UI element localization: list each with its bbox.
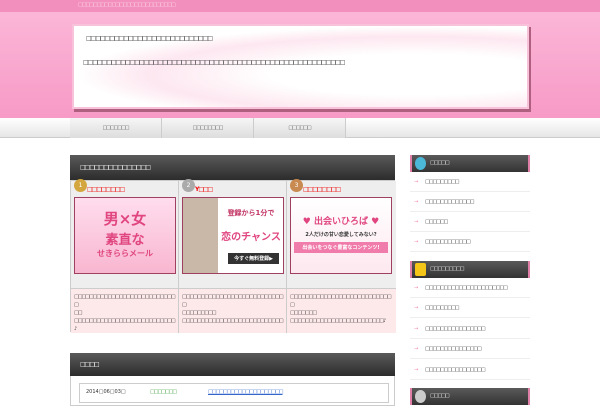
desc-line: □□□□□□□	[290, 310, 317, 316]
heading-text: □□□□□□□□□	[430, 266, 465, 272]
header-box: □□□□□□□□□□□□□□□□□□□□□□□□□□□ □□□□□□□□□□□□…	[72, 24, 529, 109]
antenna-icon	[415, 157, 426, 170]
desc-line: □□□□□□□□□□□□□□□□□□□□□□□□□□□□	[182, 294, 284, 308]
silver-medal-icon: 2	[182, 179, 195, 192]
sidebar-link[interactable]: □□□□□□□□□	[410, 298, 530, 318]
desc-line: □□□□□□□□□□□□□□□□□□□□□□□□□□□□	[290, 294, 392, 308]
sidebar-heading: □□□□□□□□□	[410, 261, 530, 278]
site-banner[interactable]: ♥ 出会いひろば ♥ 2人だけの甘い恋愛してみない? 出会いをつなぐ豊富なコンテ…	[290, 197, 392, 274]
news-category: □□□□□□□	[150, 389, 177, 395]
desc-line: □□□□□□□□□□□□□□□□□□□□□□□□□□□□	[74, 294, 176, 308]
up-arrow-icon	[415, 263, 426, 276]
sidebar-link[interactable]: □□□□□□□□□□□□	[410, 232, 530, 252]
nav-tab-3[interactable]: □□□□□□	[254, 118, 346, 138]
sidebar-link[interactable]: □□□□□□□□□□□□□	[410, 192, 530, 212]
desc-line: □□□□□□□□□□□□□□□□□□□□□□□□□♪	[290, 318, 386, 324]
site-description: □□□□□□□□□□□□□□□□□□□□□□□□□□□□□□□□□□□□□□□□…	[83, 59, 345, 66]
sidebar-link[interactable]: □□□□□□□□□□□□□□□□	[410, 360, 530, 380]
site-title[interactable]: □□□□□□□□□□□□□□□□□□□□□□□□□□□	[86, 35, 213, 42]
news-heading: □□□□	[70, 353, 395, 376]
sidebar-link[interactable]: □□□□□□□□□	[410, 172, 530, 192]
table-row: 2014□06□03□ □□□□□□□ □□□□□□□□□□□□□□□□□□□□	[79, 383, 389, 403]
sidebar-link[interactable]: □□□□□□□□□□□□□□□	[410, 339, 530, 359]
gear-icon	[415, 390, 426, 403]
news-link[interactable]: □□□□□□□□□□□□□□□□□□□□	[208, 389, 283, 395]
desc-line: □□	[74, 310, 82, 316]
bronze-medal-icon: 3	[290, 179, 303, 192]
banner-text: 2人だけの甘い恋愛してみない?	[305, 232, 377, 238]
site-description: □□□□□□□□□□□□□□□□□□□□□□□□□□□□□□□□□□□□□□□□…	[71, 288, 178, 333]
sidebar-link[interactable]: □□□□□□□□□□□□□□□□□□□□□□	[410, 278, 530, 298]
desc-line: □□□□□□□□□	[182, 310, 217, 316]
ranking-item: 3 □□□□□□□□ ♥ 出会いひろば ♥ 2人だけの甘い恋愛してみない? 出会…	[287, 179, 396, 333]
banner-text: 恋のチャンス	[221, 232, 281, 243]
sidebar-heading: □□□□□	[410, 388, 530, 405]
nav-tab-2[interactable]: □□□□□□□□	[162, 118, 254, 138]
sidebar-heading: □□□□□	[410, 155, 530, 172]
ranking-item: 1 □□□□□□□□ 男×女 素直な せきららメール □□□□□□□□□□□□□…	[71, 179, 179, 333]
ranking-item: 2 Y□□□ 登録から1分で 恋のチャンス 今すぐ無料登録▶ □□□□□□□□□…	[179, 179, 287, 333]
banner-text: 素直な	[105, 233, 145, 248]
sidebar-link[interactable]: □□□□□□□□□□□□□□□□	[410, 319, 530, 339]
banner-text: 登録から1分で	[227, 209, 275, 217]
site-description: □□□□□□□□□□□□□□□□□□□□□□□□□□□□□□□□□□□□□□□□…	[287, 288, 396, 333]
site-banner[interactable]: 登録から1分で 恋のチャンス 今すぐ無料登録▶	[182, 197, 284, 274]
desc-line: □□□□□□□□□□□□□□□□□□□□□□□□□□□♪	[74, 318, 176, 332]
top-bar: □□□□□□□□□□□□□□□□□□□□□□□□□□	[0, 0, 600, 12]
site-description: □□□□□□□□□□□□□□□□□□□□□□□□□□□□□□□□□□□□□□□□…	[179, 288, 286, 333]
sidebar-link[interactable]: □□□□□□	[410, 212, 530, 232]
banner-text: 男×女	[103, 210, 147, 228]
site-name[interactable]: □□□□□□□□	[87, 186, 125, 193]
ranking-table: 1 □□□□□□□□ 男×女 素直な せきららメール □□□□□□□□□□□□□…	[70, 179, 396, 333]
site-banner[interactable]: 男×女 素直な せきららメール	[74, 197, 176, 274]
banner-text: ♥ 出会いひろば ♥	[302, 217, 380, 227]
site-name[interactable]: □□□□□□□□	[303, 186, 341, 193]
news-table: 2014□06□03□ □□□□□□□ □□□□□□□□□□□□□□□□□□□□	[70, 376, 395, 406]
heading-text: □□□□□	[430, 393, 450, 399]
site-name[interactable]: Y□□□	[195, 186, 213, 193]
banner-text: 今すぐ無料登録▶	[228, 253, 279, 264]
heading-text: □□□□□	[430, 160, 450, 166]
nav-tab-1[interactable]: □□□□□□□	[70, 118, 162, 138]
banner-text: 出会いをつなぐ豊富なコンテンツ!	[294, 242, 388, 253]
ranking-heading: □□□□□□□□□□□□□□□	[70, 155, 395, 180]
banner-text: せきららメール	[97, 249, 153, 258]
site-tagline: □□□□□□□□□□□□□□□□□□□□□□□□□□	[78, 2, 176, 8]
nav-bar: □□□□□□□ □□□□□□□□ □□□□□□	[0, 118, 600, 138]
desc-line: □□□□□□□□□□□□□□□□□□□□□□□□□□□	[182, 318, 284, 324]
gold-medal-icon: 1	[74, 179, 87, 192]
news-date: 2014□06□03□	[86, 389, 126, 395]
